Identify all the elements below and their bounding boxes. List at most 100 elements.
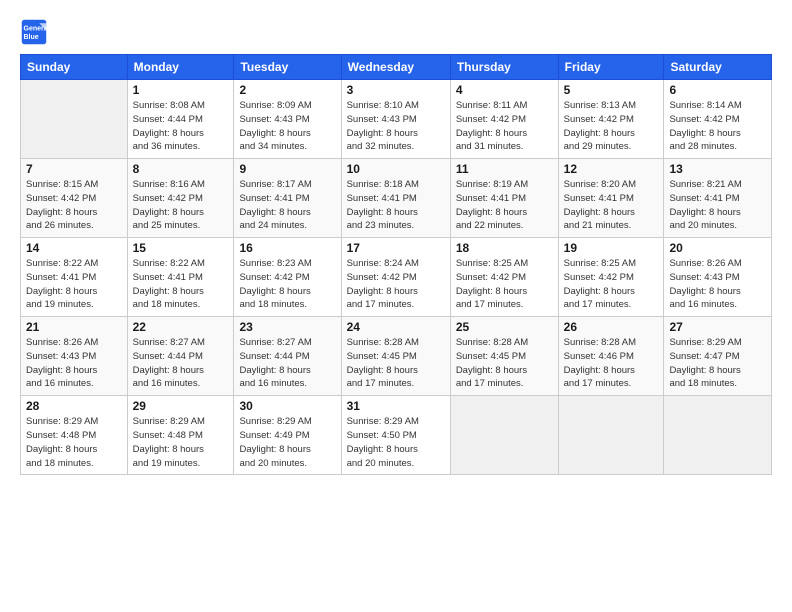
calendar-cell: 25 Sunrise: 8:28 AMSunset: 4:45 PMDayligh… <box>450 317 558 396</box>
day-number: 19 <box>564 241 659 255</box>
day-number: 30 <box>239 399 335 413</box>
day-info: Sunrise: 8:10 AMSunset: 4:43 PMDaylight:… <box>347 99 445 154</box>
day-info: Sunrise: 8:26 AMSunset: 4:43 PMDaylight:… <box>669 257 766 312</box>
day-number: 8 <box>133 162 229 176</box>
day-number: 4 <box>456 83 553 97</box>
logo-icon: General Blue <box>20 18 48 46</box>
day-number: 6 <box>669 83 766 97</box>
weekday-header: Sunday <box>21 55 128 80</box>
calendar-cell: 17 Sunrise: 8:24 AMSunset: 4:42 PMDayligh… <box>341 238 450 317</box>
day-number: 15 <box>133 241 229 255</box>
calendar-cell <box>450 396 558 475</box>
day-info: Sunrise: 8:27 AMSunset: 4:44 PMDaylight:… <box>133 336 229 391</box>
calendar-cell: 8 Sunrise: 8:16 AMSunset: 4:42 PMDaylight… <box>127 159 234 238</box>
calendar-cell: 23 Sunrise: 8:27 AMSunset: 4:44 PMDayligh… <box>234 317 341 396</box>
day-info: Sunrise: 8:21 AMSunset: 4:41 PMDaylight:… <box>669 178 766 233</box>
weekday-header: Wednesday <box>341 55 450 80</box>
day-number: 28 <box>26 399 122 413</box>
calendar-cell: 30 Sunrise: 8:29 AMSunset: 4:49 PMDayligh… <box>234 396 341 475</box>
svg-text:Blue: Blue <box>24 34 39 41</box>
calendar-cell: 4 Sunrise: 8:11 AMSunset: 4:42 PMDaylight… <box>450 80 558 159</box>
day-info: Sunrise: 8:13 AMSunset: 4:42 PMDaylight:… <box>564 99 659 154</box>
calendar-cell: 31 Sunrise: 8:29 AMSunset: 4:50 PMDayligh… <box>341 396 450 475</box>
day-info: Sunrise: 8:25 AMSunset: 4:42 PMDaylight:… <box>456 257 553 312</box>
day-info: Sunrise: 8:24 AMSunset: 4:42 PMDaylight:… <box>347 257 445 312</box>
day-info: Sunrise: 8:17 AMSunset: 4:41 PMDaylight:… <box>239 178 335 233</box>
calendar-week-row: 28 Sunrise: 8:29 AMSunset: 4:48 PMDayligh… <box>21 396 772 475</box>
calendar-cell: 13 Sunrise: 8:21 AMSunset: 4:41 PMDayligh… <box>664 159 772 238</box>
day-info: Sunrise: 8:11 AMSunset: 4:42 PMDaylight:… <box>456 99 553 154</box>
day-number: 2 <box>239 83 335 97</box>
calendar-cell: 16Sunrise: 8:23 AMSunset: 4:42 PMDayligh… <box>234 238 341 317</box>
day-info: Sunrise: 8:23 AMSunset: 4:42 PMDaylight:… <box>239 257 335 312</box>
day-number: 1 <box>133 83 229 97</box>
page: General Blue SundayMondayTuesdayWednesda… <box>0 0 792 612</box>
day-number: 20 <box>669 241 766 255</box>
day-info: Sunrise: 8:16 AMSunset: 4:42 PMDaylight:… <box>133 178 229 233</box>
day-info: Sunrise: 8:29 AMSunset: 4:48 PMDaylight:… <box>26 415 122 470</box>
day-info: Sunrise: 8:29 AMSunset: 4:47 PMDaylight:… <box>669 336 766 391</box>
day-number: 29 <box>133 399 229 413</box>
day-number: 25 <box>456 320 553 334</box>
weekday-header: Saturday <box>664 55 772 80</box>
day-info: Sunrise: 8:29 AMSunset: 4:49 PMDaylight:… <box>239 415 335 470</box>
day-number: 22 <box>133 320 229 334</box>
calendar-cell: 11Sunrise: 8:19 AMSunset: 4:41 PMDayligh… <box>450 159 558 238</box>
day-info: Sunrise: 8:18 AMSunset: 4:41 PMDaylight:… <box>347 178 445 233</box>
calendar-cell: 1 Sunrise: 8:08 AMSunset: 4:44 PMDaylight… <box>127 80 234 159</box>
day-number: 11 <box>456 162 553 176</box>
day-info: Sunrise: 8:14 AMSunset: 4:42 PMDaylight:… <box>669 99 766 154</box>
calendar-cell <box>21 80 128 159</box>
calendar-cell <box>664 396 772 475</box>
calendar-header-row: SundayMondayTuesdayWednesdayThursdayFrid… <box>21 55 772 80</box>
calendar-cell: 3 Sunrise: 8:10 AMSunset: 4:43 PMDaylight… <box>341 80 450 159</box>
calendar-week-row: 14 Sunrise: 8:22 AMSunset: 4:41 PMDayligh… <box>21 238 772 317</box>
calendar-cell: 9 Sunrise: 8:17 AMSunset: 4:41 PMDaylight… <box>234 159 341 238</box>
day-info: Sunrise: 8:26 AMSunset: 4:43 PMDaylight:… <box>26 336 122 391</box>
logo: General Blue <box>20 18 52 46</box>
day-info: Sunrise: 8:15 AMSunset: 4:42 PMDaylight:… <box>26 178 122 233</box>
calendar-week-row: 21 Sunrise: 8:26 AMSunset: 4:43 PMDayligh… <box>21 317 772 396</box>
day-info: Sunrise: 8:22 AMSunset: 4:41 PMDaylight:… <box>133 257 229 312</box>
day-info: Sunrise: 8:27 AMSunset: 4:44 PMDaylight:… <box>239 336 335 391</box>
day-info: Sunrise: 8:09 AMSunset: 4:43 PMDaylight:… <box>239 99 335 154</box>
day-number: 31 <box>347 399 445 413</box>
calendar-cell: 7Sunrise: 8:15 AMSunset: 4:42 PMDaylight… <box>21 159 128 238</box>
day-number: 21 <box>26 320 122 334</box>
day-number: 26 <box>564 320 659 334</box>
weekday-header: Monday <box>127 55 234 80</box>
calendar-week-row: 1 Sunrise: 8:08 AMSunset: 4:44 PMDaylight… <box>21 80 772 159</box>
calendar-cell: 24Sunrise: 8:28 AMSunset: 4:45 PMDayligh… <box>341 317 450 396</box>
day-number: 27 <box>669 320 766 334</box>
day-number: 18 <box>456 241 553 255</box>
calendar-week-row: 7Sunrise: 8:15 AMSunset: 4:42 PMDaylight… <box>21 159 772 238</box>
weekday-header: Thursday <box>450 55 558 80</box>
weekday-header: Friday <box>558 55 664 80</box>
day-number: 17 <box>347 241 445 255</box>
weekday-header: Tuesday <box>234 55 341 80</box>
calendar-table: SundayMondayTuesdayWednesdayThursdayFrid… <box>20 54 772 475</box>
day-info: Sunrise: 8:08 AMSunset: 4:44 PMDaylight:… <box>133 99 229 154</box>
day-number: 14 <box>26 241 122 255</box>
header: General Blue <box>20 18 772 46</box>
day-number: 3 <box>347 83 445 97</box>
calendar-cell <box>558 396 664 475</box>
calendar-cell: 18 Sunrise: 8:25 AMSunset: 4:42 PMDayligh… <box>450 238 558 317</box>
calendar-cell: 12Sunrise: 8:20 AMSunset: 4:41 PMDayligh… <box>558 159 664 238</box>
calendar-cell: 28 Sunrise: 8:29 AMSunset: 4:48 PMDayligh… <box>21 396 128 475</box>
day-info: Sunrise: 8:29 AMSunset: 4:50 PMDaylight:… <box>347 415 445 470</box>
calendar-cell: 27 Sunrise: 8:29 AMSunset: 4:47 PMDayligh… <box>664 317 772 396</box>
calendar-cell: 6 Sunrise: 8:14 AMSunset: 4:42 PMDaylight… <box>664 80 772 159</box>
day-number: 23 <box>239 320 335 334</box>
day-number: 9 <box>239 162 335 176</box>
day-info: Sunrise: 8:28 AMSunset: 4:45 PMDaylight:… <box>456 336 553 391</box>
calendar-cell: 29Sunrise: 8:29 AMSunset: 4:48 PMDayligh… <box>127 396 234 475</box>
calendar-cell: 10Sunrise: 8:18 AMSunset: 4:41 PMDayligh… <box>341 159 450 238</box>
day-info: Sunrise: 8:22 AMSunset: 4:41 PMDaylight:… <box>26 257 122 312</box>
day-info: Sunrise: 8:25 AMSunset: 4:42 PMDaylight:… <box>564 257 659 312</box>
calendar-cell: 14 Sunrise: 8:22 AMSunset: 4:41 PMDayligh… <box>21 238 128 317</box>
calendar-cell: 26Sunrise: 8:28 AMSunset: 4:46 PMDayligh… <box>558 317 664 396</box>
day-number: 12 <box>564 162 659 176</box>
calendar-cell: 21 Sunrise: 8:26 AMSunset: 4:43 PMDayligh… <box>21 317 128 396</box>
day-number: 13 <box>669 162 766 176</box>
